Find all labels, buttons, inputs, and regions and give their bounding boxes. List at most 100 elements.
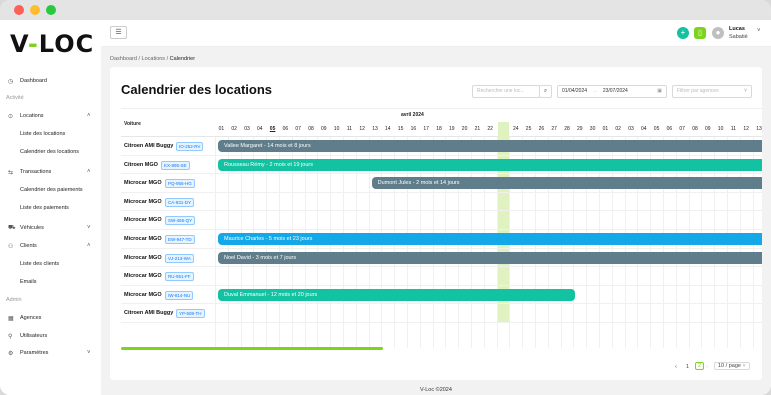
footer: V-Loc ©2024 [420,387,452,393]
chevron-down-icon: ˅ [744,88,747,94]
day-header: 11 [346,126,352,132]
chevron-down-icon: ˅ [87,350,91,356]
date-range-picker[interactable]: 01/04/2024 → 23/07/2024 ▣ [557,85,667,98]
date-from[interactable]: 01/04/2024 [562,88,587,94]
breadcrumb-dashboard[interactable]: Dashboard [110,56,137,62]
add-button[interactable]: + [677,27,689,39]
sidebar-item-agencies[interactable]: ▦ Agences [0,313,101,323]
day-header: 09 [705,126,711,132]
user-icon: ⚲ [8,333,13,340]
menu-toggle-button[interactable]: ☰ [110,26,127,39]
menu-icon: ☰ [115,29,122,36]
avatar[interactable]: ● [712,27,724,39]
close-window-button[interactable] [14,5,24,15]
calendar-icon: ▣ [657,88,662,94]
sidebar-item-label: Dashboard [20,78,47,84]
sidebar-item-calendar-locations[interactable]: Calendrier des locations [20,149,79,155]
day-header: 02 [615,126,621,132]
clock-icon: ◷ [8,78,14,85]
page-1-button[interactable]: 1 [686,364,689,370]
rental-bar[interactable]: Dumont Jules - 2 mois et 14 jours [371,177,762,190]
horizontal-scrollbar[interactable] [121,347,383,350]
day-header: 27 [551,126,557,132]
search-button[interactable]: ⌕ [539,85,552,98]
sidebar-item-settings[interactable]: ⚙ Paramètres ˅ [0,348,101,358]
app-window: V-LOC ◷ Dashboard Activité ⊙ Locations ˄ Li… [0,0,771,395]
page-2-label: 2 [698,363,702,369]
day-header: 03 [628,126,634,132]
plate-badge: IW-814-NU [165,290,194,300]
vehicle-name: Citroen MGO [124,161,158,168]
page-size-select[interactable]: 10 / page ˅ [714,362,750,370]
plate-badge: IO-252-RV [176,142,204,151]
building-icon: ▦ [8,315,14,322]
sidebar-item-label: Utilisateurs [20,333,48,339]
sidebar-item-clients[interactable]: ⚇ Clients ˄ [0,241,101,251]
sidebar-item-dashboard[interactable]: ◷ Dashboard [0,76,101,86]
calendar-row: Citroen AMI Buggy YP-508-TH [121,304,762,323]
sidebar-item-emails[interactable]: Emails [20,279,37,285]
date-to[interactable]: 23/07/2024 [603,88,628,94]
day-header: 13 [372,126,378,132]
breadcrumb-locations[interactable]: Locations [142,56,166,62]
plate-badge: EW-947-TD [165,235,195,244]
rental-bar[interactable]: Noel David - 3 mois et 7 jours [218,251,762,264]
rental-bar[interactable]: Duval Emmanuel - 12 mois et 20 jours [218,288,576,301]
next-page-button[interactable]: › [706,364,708,370]
sidebar-item-list-clients[interactable]: Liste des clients [20,261,59,267]
vehicle-name: Citroen AMI Buggy [124,310,174,317]
sidebar-item-calendar-payments[interactable]: Calendrier des paiements [20,187,83,193]
day-header: 21 [474,126,481,132]
search-input[interactable]: Rechercher une loc... [472,85,540,98]
sidebar-item-locations[interactable]: ⊙ Locations ˄ [0,111,101,121]
day-header: 19 [449,126,455,132]
day-header: 07 [295,126,301,132]
day-header: 15 [397,126,404,132]
plate-badge: VJ-213-WA [165,253,194,263]
page-size-label: 10 / page [718,363,741,369]
user-first-name: Lucas [729,26,745,32]
search-icon: ⌕ [543,88,548,94]
mobile-button[interactable]: ▯ [694,27,706,39]
vehicle-name: Microcar MGO [124,291,162,298]
agency-placeholder: Filtrer par agences [677,88,719,94]
vehicle-name: Citroen AMI Buggy [124,143,174,149]
day-header: 05 [269,126,276,132]
vehicle-column-header: Voiture [124,121,141,127]
user-menu[interactable]: Lucas Sabatié [729,25,748,41]
date-separator: → [592,88,598,94]
vehicle-name: Microcar MGO [124,198,162,205]
vehicle-name: Microcar MGO [124,217,162,224]
main-content: Dashboard / Locations / Calendrier Calen… [101,47,771,395]
month-label: avril 2024 [401,112,424,118]
day-header: 29 [577,126,583,132]
calendar-card: Calendrier des locations Rechercher une … [110,67,762,380]
sidebar-item-label: Clients [20,243,37,249]
day-header: 18 [436,126,442,132]
prev-page-button[interactable]: ‹ [675,364,677,370]
vehicle-name: Microcar MGO [124,254,162,261]
user-avatar-icon: ● [715,28,721,37]
car-icon: ⛟ [8,225,16,231]
logo[interactable]: V-LOC [10,30,94,58]
sidebar-item-users[interactable]: ⚲ Utilisateurs [0,331,101,341]
users-icon: ⚇ [8,243,14,250]
sidebar-item-list-locations[interactable]: Liste des locations [20,131,65,137]
chevron-right-icon: › [706,364,708,370]
minimize-window-button[interactable] [30,5,40,15]
sidebar-item-vehicles[interactable]: ⛟ Véhicules ˅ [0,223,101,233]
maximize-window-button[interactable] [46,5,56,15]
location-icon: ⊙ [8,113,14,120]
rental-bar[interactable]: Maurice Charles - 5 mois et 23 jours [218,233,762,245]
plate-badge: PQ-955-HG [165,179,195,189]
agency-filter-select[interactable]: Filtrer par agences ˅ [672,85,752,98]
page-2-button[interactable]: 2 [695,362,705,370]
chevron-up-icon: ˄ [87,243,91,249]
chevron-down-icon[interactable]: ˅ [757,28,761,34]
sidebar-item-list-payments[interactable]: Liste des paiements [20,205,69,211]
rental-bar[interactable]: Vallee Margaret - 14 mois et 8 jours [218,140,762,152]
rental-bar[interactable]: Rousseau Rémy - 2 mois et 19 jours [218,158,762,171]
breadcrumb-calendar: Calendrier [169,56,196,62]
calendar-row: Microcar MGO RU-951-FF [121,267,762,286]
sidebar-item-transactions[interactable]: ⇆ Transactions ˄ [0,167,101,177]
